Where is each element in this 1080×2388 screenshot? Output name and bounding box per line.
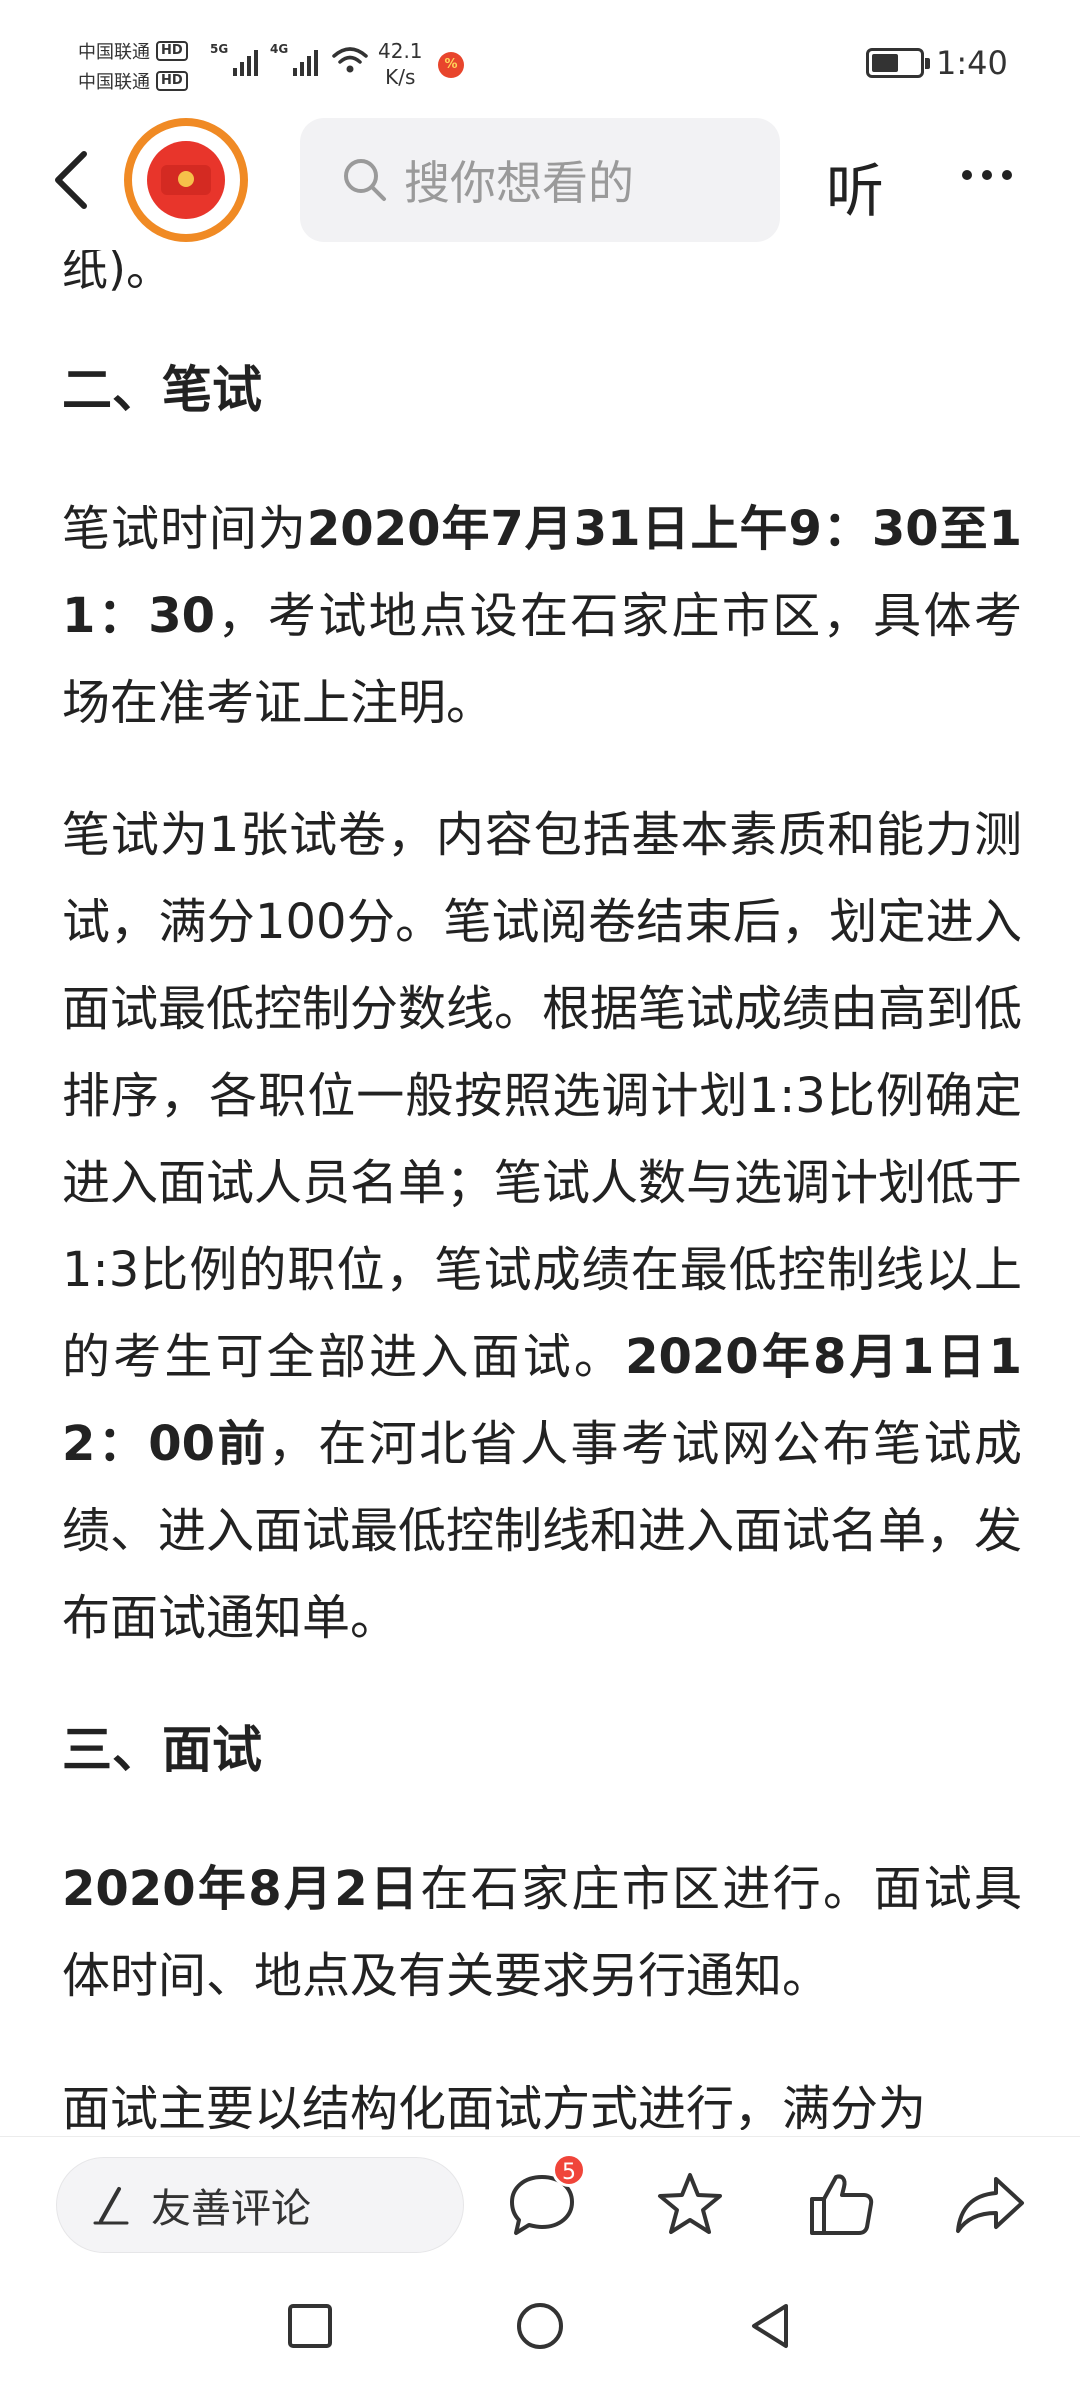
- bottom-action-bar: 友善评论 5: [0, 2136, 1080, 2266]
- back-arrow-icon[interactable]: [44, 140, 104, 220]
- search-icon: [344, 159, 386, 201]
- system-nav-bar: [0, 2266, 1080, 2388]
- p1-lead: 笔试时间为: [62, 501, 307, 557]
- carrier-1: 中国联通 HD: [78, 38, 188, 64]
- net-speed-value: 42.1: [378, 39, 423, 63]
- star-icon[interactable]: [652, 2167, 728, 2243]
- net-speed: 42.1 K/s: [378, 38, 423, 90]
- share-arrow-icon[interactable]: [952, 2167, 1028, 2243]
- back-triangle-icon[interactable]: [740, 2296, 800, 2356]
- wifi-icon: [332, 47, 368, 73]
- more-dots-icon[interactable]: [962, 170, 1012, 180]
- section-heading-interview: 三、面试: [62, 1721, 262, 1779]
- paragraph-interview-method: 面试主要以结构化面试方式进行，满分为: [62, 2081, 927, 2130]
- signal-4g-icon: 4G: [270, 42, 319, 76]
- hd-badge-1: HD: [156, 41, 188, 61]
- comment-placeholder: 友善评论: [151, 2186, 311, 2232]
- search-input[interactable]: 搜你想看的: [300, 118, 780, 242]
- hd-badge-2: HD: [156, 71, 188, 91]
- carrier-2: 中国联通 HD: [78, 68, 188, 94]
- signal-5g-icon: 5G: [210, 42, 259, 76]
- home-circle-icon[interactable]: [510, 2296, 570, 2356]
- partial-text-top: 纸)。: [62, 242, 172, 296]
- red-envelope-avatar[interactable]: [124, 118, 248, 242]
- section-heading-written-exam: 二、笔试: [62, 361, 262, 419]
- article-body: 纸)。 二、笔试 笔试时间为2020年7月31日上午9：30至11：30，考试地…: [62, 180, 1022, 2130]
- carrier-1-label: 中国联通: [78, 42, 150, 63]
- battery-icon: [866, 48, 930, 78]
- paragraph-exam-content: 笔试为1张试卷，内容包括基本素质和能力测试，满分100分。笔试阅卷结束后，划定进…: [62, 792, 1022, 1662]
- listen-button[interactable]: 听: [826, 144, 884, 228]
- net-speed-unit: K/s: [385, 65, 416, 89]
- paragraph-exam-time: 笔试时间为2020年7月31日上午9：30至11：30，考试地点设在石家庄市区，…: [62, 486, 1022, 747]
- recents-square-icon[interactable]: [280, 2296, 340, 2356]
- red-envelope-icon: [147, 141, 225, 219]
- comment-count-badge: 5: [552, 2153, 586, 2187]
- search-placeholder: 搜你想看的: [404, 156, 634, 210]
- carrier-2-label: 中国联通: [78, 72, 150, 93]
- pen-icon: [93, 2187, 129, 2225]
- status-bar: 中国联通 HD 中国联通 HD 5G 4G 42.1 K/s % 1:40: [0, 0, 1080, 120]
- top-nav: 搜你想看的 听: [0, 110, 1080, 250]
- p3-bold-date: 2020年8月2日: [62, 1861, 421, 1917]
- app-notification-icon: %: [438, 52, 464, 78]
- paragraph-interview-date: 2020年8月2日在石家庄市区进行。面试具体时间、地点及有关要求另行通知。: [62, 1846, 1022, 2020]
- thumbs-up-icon[interactable]: [802, 2167, 878, 2243]
- p2-text: 笔试为1张试卷，内容包括基本素质和能力测试，满分100分。笔试阅卷结束后，划定进…: [62, 807, 1022, 1385]
- status-time: 1:40: [936, 44, 1008, 82]
- signal-5g-label: 5G: [210, 42, 229, 56]
- comment-input[interactable]: 友善评论: [56, 2157, 464, 2253]
- signal-4g-label: 4G: [270, 42, 289, 56]
